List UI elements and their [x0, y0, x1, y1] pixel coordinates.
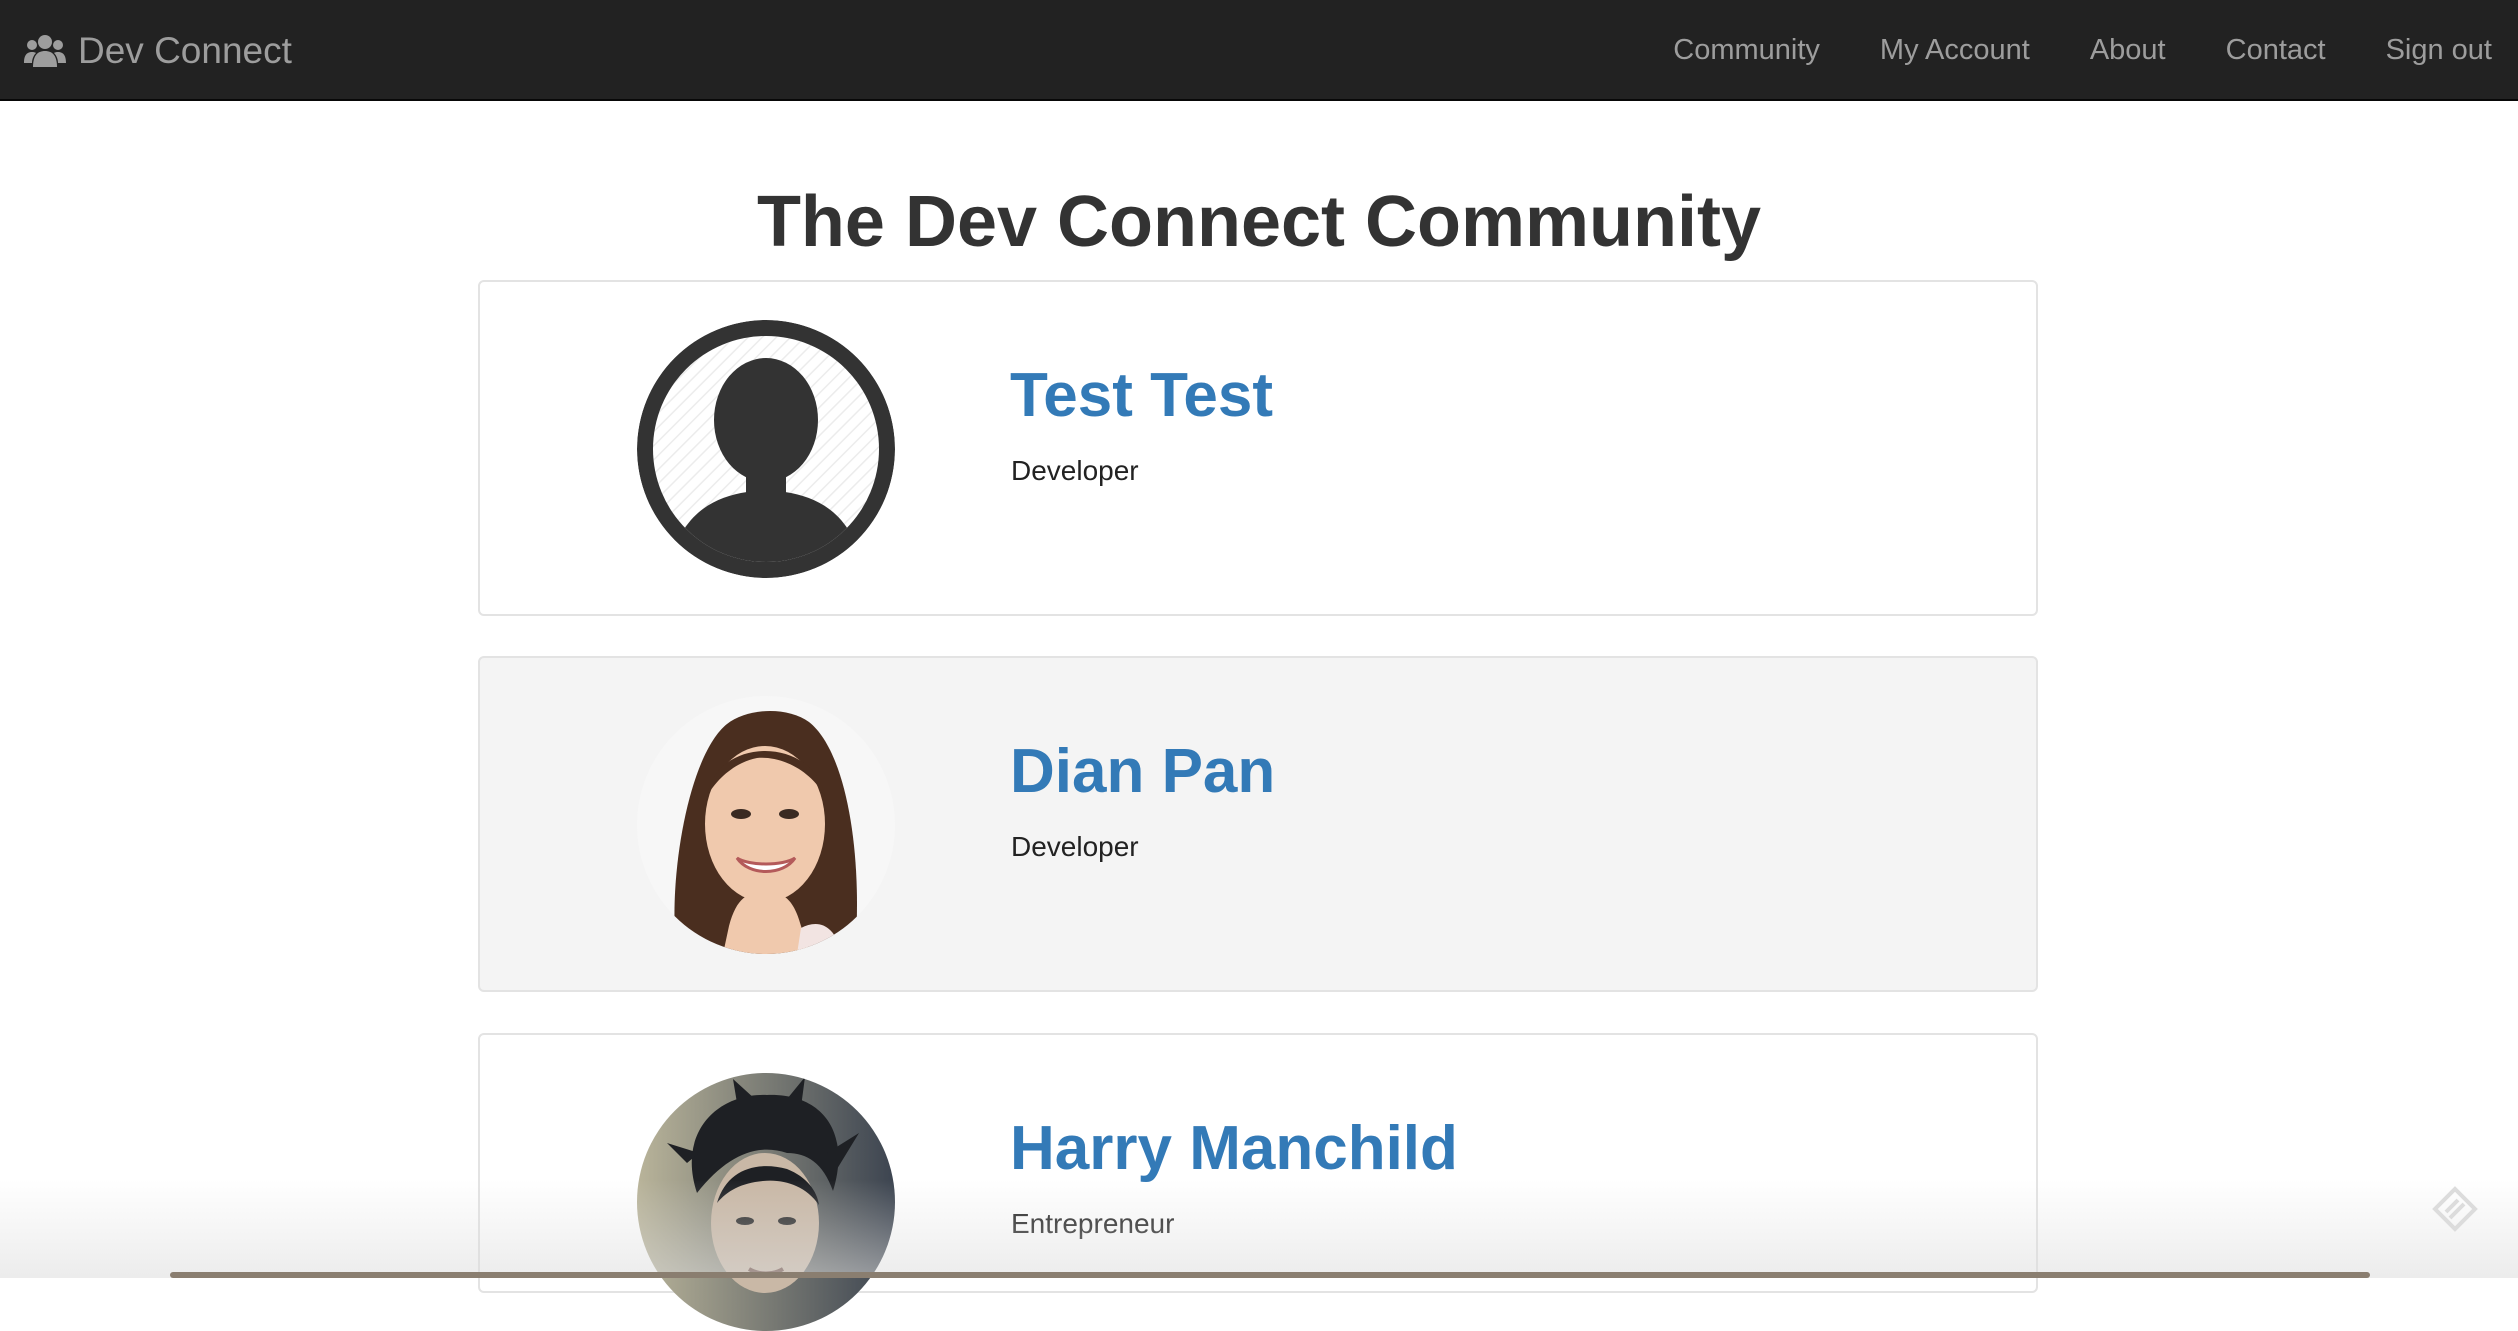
- avatar[interactable]: [637, 1073, 895, 1331]
- member-role: Developer: [1011, 455, 1139, 486]
- profile-photo: [637, 1073, 895, 1331]
- bottom-edge: [170, 1272, 2370, 1278]
- member-role: Entrepreneur: [1011, 1208, 1175, 1239]
- top-navbar: Dev Connect Community My Account About C…: [0, 0, 2518, 101]
- diamond-badge-icon[interactable]: [2432, 1186, 2478, 1232]
- avatar[interactable]: [637, 320, 895, 578]
- users-icon: [24, 34, 66, 67]
- member-name-link[interactable]: Test Test: [1010, 360, 1273, 432]
- member-card: Dian Pan Developer: [478, 656, 2038, 992]
- default-avatar-icon: [637, 320, 895, 578]
- member-role: Developer: [1011, 831, 1139, 862]
- nav-menu: Community My Account About Contact Sign …: [1613, 0, 2492, 101]
- nav-about[interactable]: About: [2090, 34, 2166, 67]
- member-card: Harry Manchild Entrepreneur: [478, 1033, 2038, 1331]
- member-name-link[interactable]: Dian Pan: [1010, 736, 1275, 808]
- nav-my-account[interactable]: My Account: [1880, 34, 2030, 67]
- profile-photo: [637, 696, 895, 954]
- member-name-link[interactable]: Harry Manchild: [1010, 1113, 1458, 1185]
- brand-label: Dev Connect: [78, 29, 292, 71]
- page-title: The Dev Connect Community: [756, 182, 1762, 262]
- nav-community[interactable]: Community: [1673, 34, 1820, 67]
- nav-contact[interactable]: Contact: [2226, 34, 2326, 67]
- brand-link[interactable]: Dev Connect: [24, 0, 292, 101]
- avatar[interactable]: [637, 696, 895, 954]
- nav-sign-out[interactable]: Sign out: [2386, 34, 2492, 67]
- member-card: Test Test Developer: [478, 280, 2038, 616]
